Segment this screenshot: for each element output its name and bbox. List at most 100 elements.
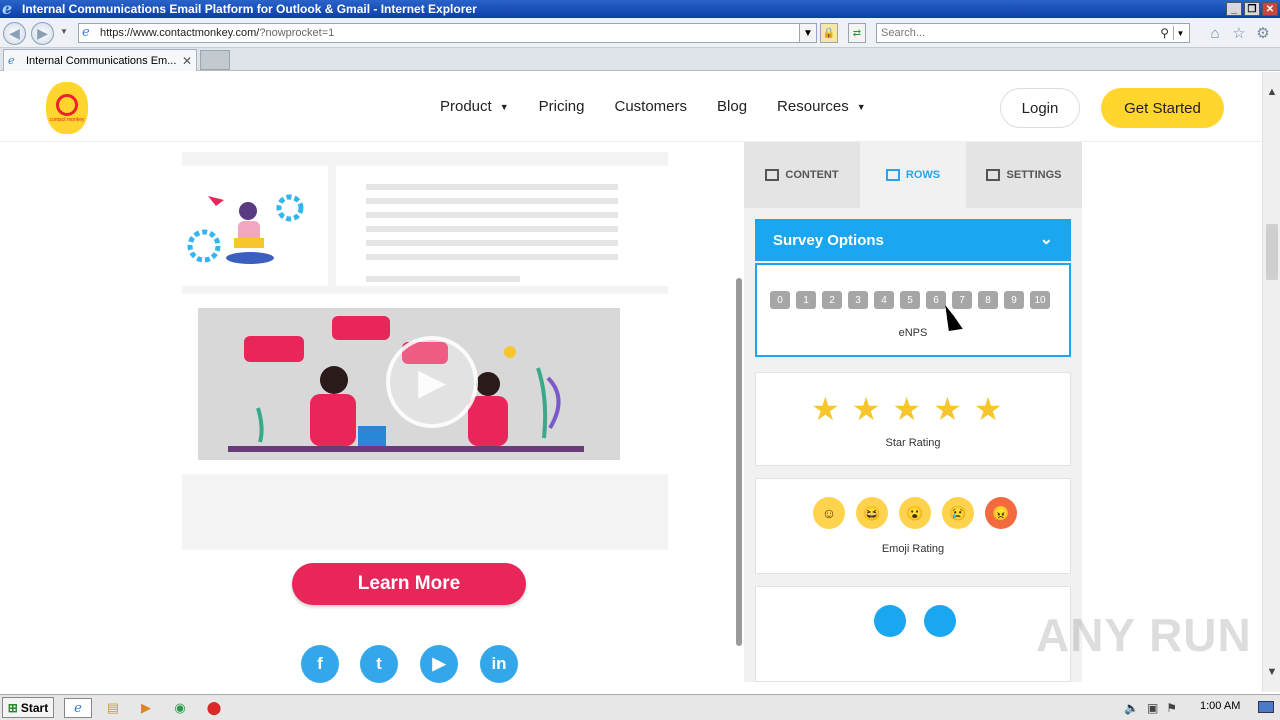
- menu-item-customers[interactable]: Customers: [614, 98, 687, 115]
- tab-bar: e Internal Communications Em... ✕: [0, 48, 1280, 71]
- menu-label-customers: Customers: [614, 98, 688, 115]
- show-desktop-icon[interactable]: [1258, 701, 1274, 713]
- preview-scrollbar[interactable]: [736, 278, 742, 646]
- minimize-button[interactable]: _: [1226, 2, 1242, 16]
- enps-option[interactable]: 1: [796, 291, 816, 309]
- opera-taskbar-icon[interactable]: ⬤: [200, 698, 228, 718]
- tab-close-icon[interactable]: ✕: [182, 54, 196, 68]
- enps-option[interactable]: 6: [926, 291, 946, 309]
- angry-emoji-icon[interactable]: 😠: [985, 497, 1017, 529]
- gear-icon[interactable]: ⚙: [1254, 24, 1272, 42]
- search-dropdown-icon[interactable]: ▼: [1173, 26, 1187, 40]
- scroll-down-icon[interactable]: ▼: [1263, 664, 1280, 680]
- menu-item-pricing[interactable]: Pricing: [539, 98, 585, 115]
- enps-option[interactable]: 9: [1004, 291, 1024, 309]
- preview-top-strip: [182, 142, 668, 152]
- search-placeholder: Search...: [881, 27, 926, 39]
- page-viewport: contact monkey Product ▼ Pricing Custome…: [0, 72, 1262, 692]
- enps-option[interactable]: 10: [1030, 291, 1050, 309]
- address-bar[interactable]: e https://www.contactmonkey.com/ ?nowpro…: [78, 23, 815, 43]
- enps-card[interactable]: 0 1 2 3 4 5 6 7 8 9 10 eNPS: [755, 263, 1071, 357]
- search-box[interactable]: Search... ⚲ ▼: [876, 23, 1190, 43]
- twitter-icon[interactable]: t: [360, 645, 398, 683]
- new-tab-button[interactable]: [200, 50, 230, 70]
- close-window-button[interactable]: ✕: [1262, 2, 1278, 16]
- menu-label-pricing: Pricing: [538, 98, 585, 115]
- star-icon[interactable]: ★: [852, 393, 881, 425]
- back-button[interactable]: ◀: [3, 22, 26, 45]
- explorer-taskbar-icon[interactable]: ▤: [99, 698, 127, 718]
- clock[interactable]: 1:00 AM: [1200, 700, 1240, 712]
- lock-icon[interactable]: 🔒: [820, 23, 838, 43]
- maximize-button[interactable]: ❐: [1244, 2, 1260, 16]
- scrollbar-thumb[interactable]: [1266, 224, 1278, 280]
- enps-option[interactable]: 4: [874, 291, 894, 309]
- emoji-row: ☺ 😆 😮 😢 😠: [813, 497, 1017, 529]
- address-dropdown-button[interactable]: ▼: [799, 23, 817, 43]
- contactmonkey-logo[interactable]: contact monkey: [46, 82, 88, 134]
- tab-content[interactable]: CONTENT: [744, 142, 860, 208]
- youtube-icon[interactable]: ▶: [420, 645, 458, 683]
- start-button[interactable]: ⊞ Start: [2, 697, 54, 718]
- menu-item-product[interactable]: Product ▼: [440, 98, 509, 115]
- enps-option[interactable]: 0: [770, 291, 790, 309]
- browser-tab[interactable]: e Internal Communications Em... ✕: [3, 49, 197, 71]
- browser-scrollbar[interactable]: ▲ ▼: [1262, 72, 1280, 692]
- anyrun-watermark: ANY RUN: [1036, 609, 1252, 661]
- tab-rows[interactable]: ROWS: [860, 142, 966, 208]
- back-arrow-icon: ◀: [9, 25, 20, 41]
- menu-item-resources[interactable]: Resources ▼: [777, 98, 866, 115]
- enps-option[interactable]: 3: [848, 291, 868, 309]
- facebook-icon[interactable]: f: [301, 645, 339, 683]
- learn-more-button[interactable]: Learn More: [292, 563, 526, 605]
- favorites-star-icon[interactable]: ☆: [1230, 24, 1248, 42]
- star-row: ★ ★ ★ ★ ★: [811, 393, 1002, 425]
- flag-icon[interactable]: ⚑: [1166, 701, 1177, 715]
- enps-option[interactable]: 5: [900, 291, 920, 309]
- tab-content-label: CONTENT: [785, 169, 839, 181]
- tab-settings[interactable]: SETTINGS: [966, 142, 1082, 208]
- system-tray: 🔈 ▣ ⚑: [1124, 698, 1177, 718]
- media-player-taskbar-icon[interactable]: ▶: [132, 698, 160, 718]
- wow-emoji-icon[interactable]: 😮: [899, 497, 931, 529]
- navigation-bar: ◀ ▶ ▼ e https://www.contactmonkey.com/ ?…: [0, 18, 1280, 48]
- star-icon[interactable]: ★: [974, 393, 1003, 425]
- star-icon[interactable]: ★: [811, 393, 840, 425]
- get-started-button[interactable]: Get Started: [1101, 88, 1224, 128]
- home-icon[interactable]: ⌂: [1206, 24, 1224, 42]
- smile-emoji-icon[interactable]: ☺: [813, 497, 845, 529]
- laugh-emoji-icon[interactable]: 😆: [856, 497, 888, 529]
- enps-option[interactable]: 8: [978, 291, 998, 309]
- rows-icon: [885, 169, 900, 181]
- enps-option[interactable]: 2: [822, 291, 842, 309]
- survey-options-header[interactable]: Survey Options ⌄: [755, 219, 1071, 261]
- ie-taskbar-icon[interactable]: e: [64, 698, 92, 718]
- search-icon[interactable]: ⚲: [1160, 26, 1169, 40]
- product-video[interactable]: ▶ Learn More f t ▶ in CONTENT ROWS SETTI…: [182, 142, 1082, 683]
- menu-item-blog[interactable]: Blog: [717, 98, 747, 115]
- forward-button[interactable]: ▶: [31, 22, 54, 45]
- linkedin-icon[interactable]: in: [480, 645, 518, 683]
- settings-icon: [986, 169, 1001, 181]
- network-icon[interactable]: ▣: [1147, 701, 1158, 715]
- next-survey-card[interactable]: [755, 586, 1071, 682]
- refresh-icon[interactable]: ⇄: [848, 23, 866, 43]
- play-icon[interactable]: ▶: [386, 336, 478, 428]
- chevron-down-icon: ⌄: [1039, 231, 1053, 248]
- star-rating-card[interactable]: ★ ★ ★ ★ ★ Star Rating: [755, 372, 1071, 466]
- text-line: [366, 212, 618, 218]
- video-block: ▶: [182, 294, 668, 474]
- chrome-taskbar-icon[interactable]: ◉: [166, 698, 194, 718]
- login-button[interactable]: Login: [1000, 88, 1080, 128]
- sad-emoji-icon[interactable]: 😢: [942, 497, 974, 529]
- history-dropdown-icon[interactable]: ▼: [60, 27, 68, 36]
- star-icon[interactable]: ★: [933, 393, 962, 425]
- caret-down-icon: ▼: [856, 101, 866, 112]
- emoji-rating-card[interactable]: ☺ 😆 😮 😢 😠 Emoji Rating: [755, 478, 1071, 574]
- scroll-up-icon[interactable]: ▲: [1263, 84, 1280, 100]
- star-icon[interactable]: ★: [892, 393, 921, 425]
- page-favicon-icon: e: [82, 25, 90, 40]
- volume-icon[interactable]: 🔈: [1124, 701, 1139, 715]
- text-line: [366, 240, 618, 246]
- site-header: contact monkey Product ▼ Pricing Custome…: [0, 72, 1262, 142]
